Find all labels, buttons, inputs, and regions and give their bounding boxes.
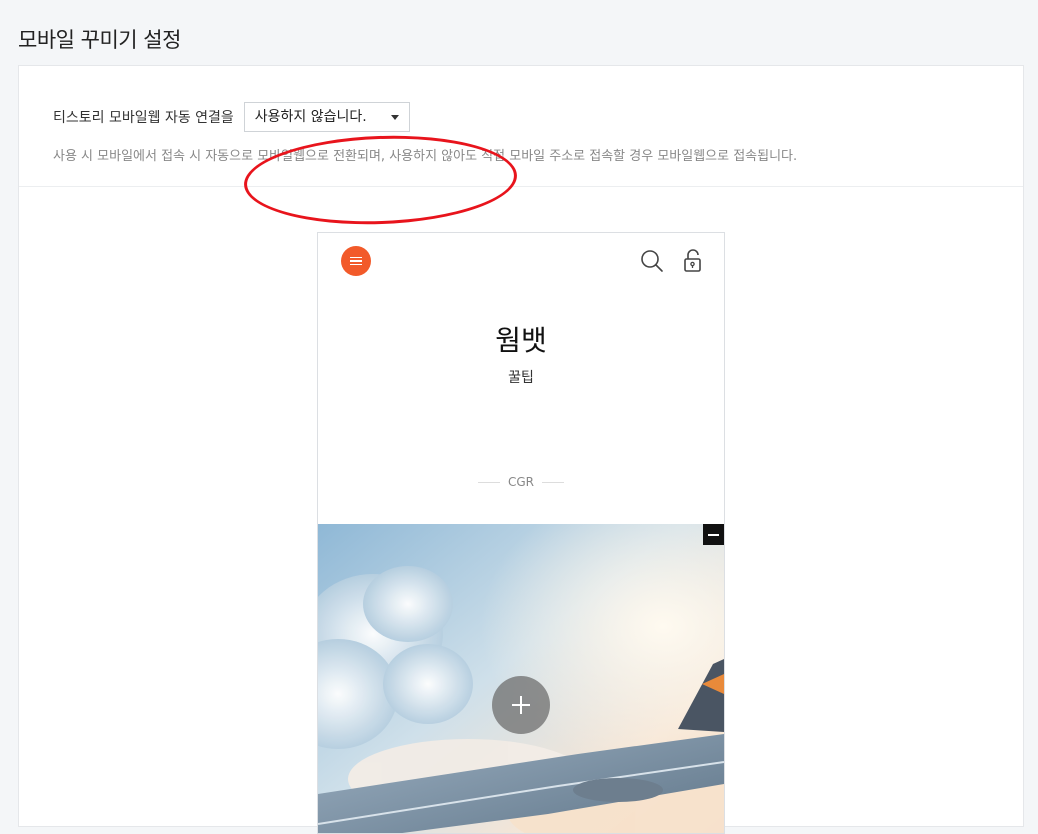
plus-icon-stroke bbox=[520, 696, 522, 714]
login-button[interactable] bbox=[682, 249, 704, 273]
page-title: 모바일 꾸미기 설정 bbox=[18, 28, 181, 52]
divider bbox=[477, 481, 500, 483]
menu-button[interactable] bbox=[341, 246, 371, 276]
divider bbox=[542, 481, 564, 483]
chevron-down-icon bbox=[390, 115, 399, 120]
search-button[interactable] bbox=[640, 249, 664, 273]
blog-description: 꿀팁 bbox=[508, 370, 534, 386]
blog-title: 웜뱃 bbox=[495, 324, 547, 357]
mobile-web-description: 사용 시 모바일에서 접속 시 자동으로 모바일웹으로 전환되며, 사용하지 않… bbox=[53, 149, 798, 164]
divider bbox=[19, 186, 1023, 187]
cover-image bbox=[318, 524, 724, 833]
mobile-preview: 웜뱃 꿀팁 CGR bbox=[317, 232, 725, 834]
mobile-web-label: 티스토리 모바일웹 자동 연결을 bbox=[53, 110, 234, 126]
category-row: CGR bbox=[318, 475, 724, 489]
mobile-web-select[interactable]: 사용하지 않습니다. bbox=[243, 102, 410, 132]
menu-icon bbox=[350, 256, 362, 266]
collapse-button[interactable] bbox=[703, 524, 724, 545]
unlock-icon bbox=[684, 249, 701, 272]
minus-icon bbox=[708, 533, 719, 536]
search-icon bbox=[641, 250, 663, 272]
category-label[interactable]: CGR bbox=[508, 475, 534, 489]
mobile-web-select-value: 사용하지 않습니다. bbox=[254, 109, 367, 125]
add-image-button[interactable] bbox=[492, 676, 550, 734]
mobile-web-setting: 티스토리 모바일웹 자동 연결을 사용하지 않습니다. bbox=[53, 102, 410, 132]
